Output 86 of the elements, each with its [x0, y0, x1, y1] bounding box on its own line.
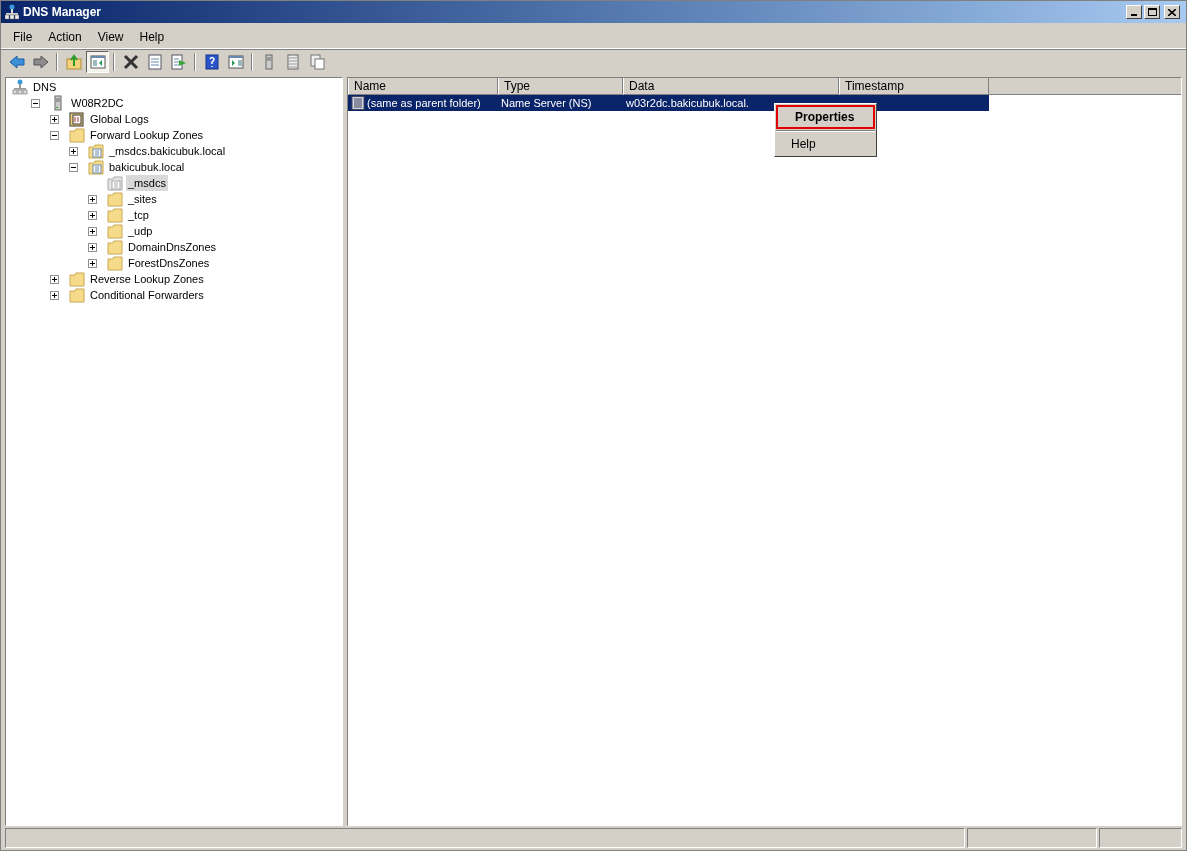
- help-icon: [203, 54, 220, 70]
- folder-up-icon: [65, 54, 82, 70]
- expander-button[interactable]: [88, 258, 97, 268]
- folder-icon: [107, 223, 123, 239]
- folder-icon: [69, 271, 85, 287]
- context-menu-item[interactable]: Help: [776, 133, 875, 155]
- tree-item[interactable]: ForestDnsZones: [126, 254, 212, 272]
- expander-button[interactable]: [31, 98, 40, 108]
- table-cell-text: Name Server (NS): [501, 95, 592, 111]
- tree-item[interactable]: _udp: [126, 222, 155, 240]
- expander-button[interactable]: [88, 194, 97, 204]
- expander-button[interactable]: [50, 130, 59, 140]
- menu-item[interactable]: File: [5, 26, 41, 47]
- console-tree-icon: [89, 54, 106, 70]
- column-header[interactable]: Name: [348, 78, 498, 95]
- maximize-icon: [1147, 8, 1157, 16]
- tree-item[interactable]: bakicubuk.local: [107, 158, 187, 176]
- export-icon: [170, 54, 187, 70]
- column-header[interactable]: Data: [623, 78, 839, 95]
- plus-icon: [52, 292, 57, 298]
- back-arrow-icon: [8, 54, 25, 70]
- folder-icon: [69, 287, 85, 303]
- properties-icon: [146, 54, 163, 70]
- expander-button[interactable]: [88, 210, 97, 220]
- tree-item[interactable]: Forward Lookup Zones: [88, 126, 206, 144]
- folder-icon: [69, 127, 85, 143]
- toolbar-button[interactable]: [86, 51, 109, 73]
- expander-button[interactable]: [88, 242, 97, 252]
- plus-icon: [52, 116, 57, 122]
- delete-icon: [122, 54, 139, 70]
- tree-item[interactable]: W08R2DC: [69, 94, 126, 112]
- close-button[interactable]: [1164, 5, 1180, 19]
- plus-icon: [71, 148, 76, 154]
- expander-button[interactable]: [50, 290, 59, 300]
- action-pane-icon: [227, 54, 244, 70]
- tree-item[interactable]: Conditional Forwarders: [88, 286, 206, 304]
- copy-icon: [308, 54, 325, 70]
- minus-icon: [33, 102, 38, 104]
- plus-icon: [90, 212, 95, 218]
- folder-icon: [107, 255, 123, 271]
- zone-icon: [88, 143, 104, 159]
- tree-item[interactable]: _msdcs: [126, 174, 168, 192]
- minimize-button[interactable]: [1126, 5, 1142, 19]
- tree-item[interactable]: _msdcs.bakicubuk.local: [107, 142, 228, 160]
- plus-icon: [90, 260, 95, 266]
- plus-icon: [90, 228, 95, 234]
- tree-item[interactable]: Reverse Lookup Zones: [88, 270, 206, 288]
- column-header[interactable]: Type: [498, 78, 623, 95]
- table-cell-text: w03r2dc.bakicubuk.local.: [626, 95, 749, 111]
- plus-icon: [90, 244, 95, 250]
- expander-button[interactable]: [50, 114, 59, 124]
- folder-icon: [107, 239, 123, 255]
- folder-icon: [107, 191, 123, 207]
- menu-item[interactable]: Help: [131, 26, 173, 47]
- expander-button[interactable]: [50, 274, 59, 284]
- folder-icon: [107, 207, 123, 223]
- network-icon: [5, 4, 19, 20]
- list-icon: [284, 54, 301, 70]
- log-book-icon: [69, 111, 85, 127]
- record-row[interactable]: (same as parent folder) Name Server (NS) w03r2dc.bakicubuk.local.: [348, 95, 989, 111]
- expander-button[interactable]: [88, 226, 97, 236]
- expander-button[interactable]: [69, 162, 78, 172]
- tree-item[interactable]: Global Logs: [88, 110, 151, 128]
- tree-item[interactable]: DomainDnsZones: [126, 238, 219, 256]
- zone-icon: [88, 159, 104, 175]
- close-icon: [1168, 8, 1176, 16]
- column-header[interactable]: Timestamp: [839, 78, 989, 95]
- menu-item[interactable]: View: [89, 26, 132, 47]
- context-menu-item[interactable]: Properties: [776, 105, 875, 129]
- plus-icon: [90, 196, 95, 202]
- window-title: DNS Manager: [23, 4, 102, 21]
- maximize-button[interactable]: [1144, 5, 1160, 19]
- zone-icon: [107, 175, 123, 191]
- minimize-icon: [1131, 14, 1137, 16]
- record-icon: [351, 96, 365, 110]
- tree-item[interactable]: _sites: [126, 190, 159, 208]
- minus-icon: [52, 134, 57, 136]
- table-cell-text: (same as parent folder): [367, 95, 481, 111]
- network-icon: [12, 79, 28, 95]
- expander-button[interactable]: [69, 146, 78, 156]
- menu-item[interactable]: Action: [40, 26, 90, 47]
- forward-arrow-icon: [32, 54, 49, 70]
- minus-icon: [71, 166, 76, 168]
- plus-icon: [52, 276, 57, 282]
- tree-item[interactable]: _tcp: [126, 206, 151, 224]
- tree-item[interactable]: DNS: [31, 78, 59, 96]
